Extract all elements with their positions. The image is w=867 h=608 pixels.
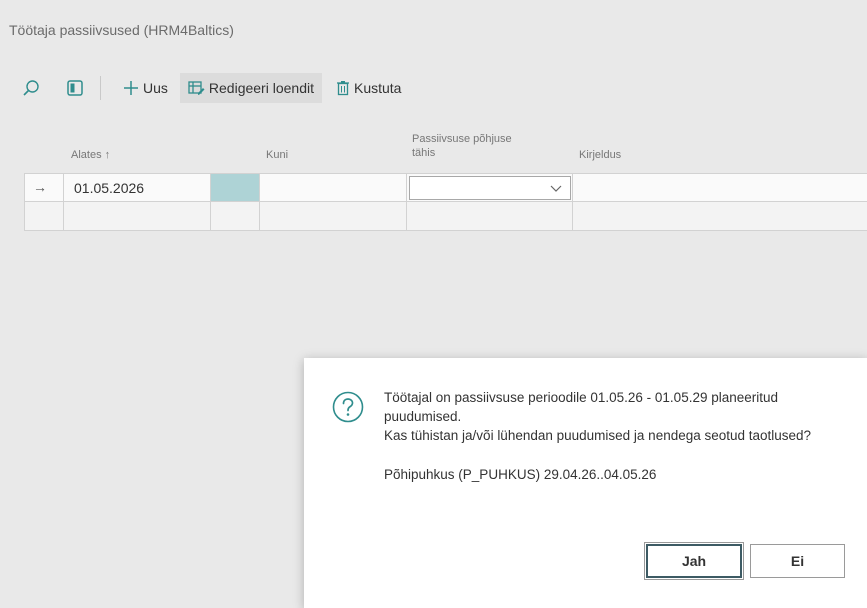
- action-toolbar: Uus Redigeeri loendit Kustuta: [20, 73, 409, 103]
- trash-icon: [336, 80, 350, 96]
- confirmation-dialog: Töötajal on passiivsuse perioodile 01.05…: [304, 358, 867, 608]
- column-header-to[interactable]: Kuni: [266, 148, 288, 162]
- row-indicator-cell[interactable]: →: [24, 173, 64, 202]
- yes-button[interactable]: Jah: [644, 542, 744, 580]
- no-button[interactable]: Ei: [750, 544, 845, 578]
- row-indicator-cell[interactable]: [24, 202, 64, 231]
- description-cell[interactable]: [573, 173, 867, 202]
- column-header-reason-code-line1: Passiivsuse põhjuse: [412, 133, 512, 145]
- new-button[interactable]: Uus: [115, 73, 176, 103]
- filter-pane-icon[interactable]: [64, 77, 86, 99]
- reason-code-dropdown[interactable]: [409, 176, 571, 200]
- delete-button-label: Kustuta: [353, 80, 402, 96]
- page-title: Töötaja passiivsused (HRM4Baltics): [9, 22, 234, 38]
- column-header-description[interactable]: Kirjeldus: [579, 148, 621, 162]
- toolbar-separator: [100, 76, 101, 100]
- edit-list-button-label: Redigeeri loendit: [208, 80, 314, 96]
- column-header-reason-code[interactable]: Passiivsuse põhjuse tähis: [412, 132, 512, 160]
- dialog-message-line1: Töötajal on passiivsuse perioodile 01.05…: [384, 390, 779, 424]
- column-header-from[interactable]: Alates ↑: [71, 148, 110, 162]
- chevron-down-icon: [550, 181, 562, 199]
- current-row-arrow-icon: →: [33, 179, 47, 195]
- from-cell[interactable]: 01.05.2026: [64, 173, 211, 202]
- column-header-reason-code-line2: tähis: [412, 147, 436, 159]
- new-button-label: Uus: [143, 80, 168, 96]
- dialog-detail: Põhipuhkus (P_PUHKUS) 29.04.26..04.05.26: [384, 467, 657, 482]
- dialog-message-line2: Kas tühistan ja/või lühendan puudumised …: [384, 428, 812, 443]
- reason-code-cell[interactable]: [407, 202, 573, 231]
- to-cell[interactable]: [260, 173, 407, 202]
- table-row[interactable]: [24, 202, 867, 231]
- delete-button[interactable]: Kustuta: [328, 73, 409, 103]
- from-value: 01.05.2026: [74, 180, 145, 196]
- selected-cell[interactable]: [211, 173, 260, 202]
- plus-icon: [123, 80, 139, 96]
- from-cell[interactable]: [64, 202, 211, 231]
- empty-cell[interactable]: [211, 202, 260, 231]
- edit-list-button[interactable]: Redigeeri loendit: [179, 73, 322, 103]
- to-cell[interactable]: [260, 202, 407, 231]
- edit-list-icon: [188, 80, 205, 96]
- description-cell[interactable]: [573, 202, 867, 231]
- table-row[interactable]: → 01.05.2026: [24, 173, 867, 202]
- reason-code-cell: [407, 173, 573, 202]
- question-icon: [332, 391, 364, 423]
- search-icon[interactable]: [20, 77, 42, 99]
- dialog-message: Töötajal on passiivsuse perioodile 01.05…: [384, 388, 854, 484]
